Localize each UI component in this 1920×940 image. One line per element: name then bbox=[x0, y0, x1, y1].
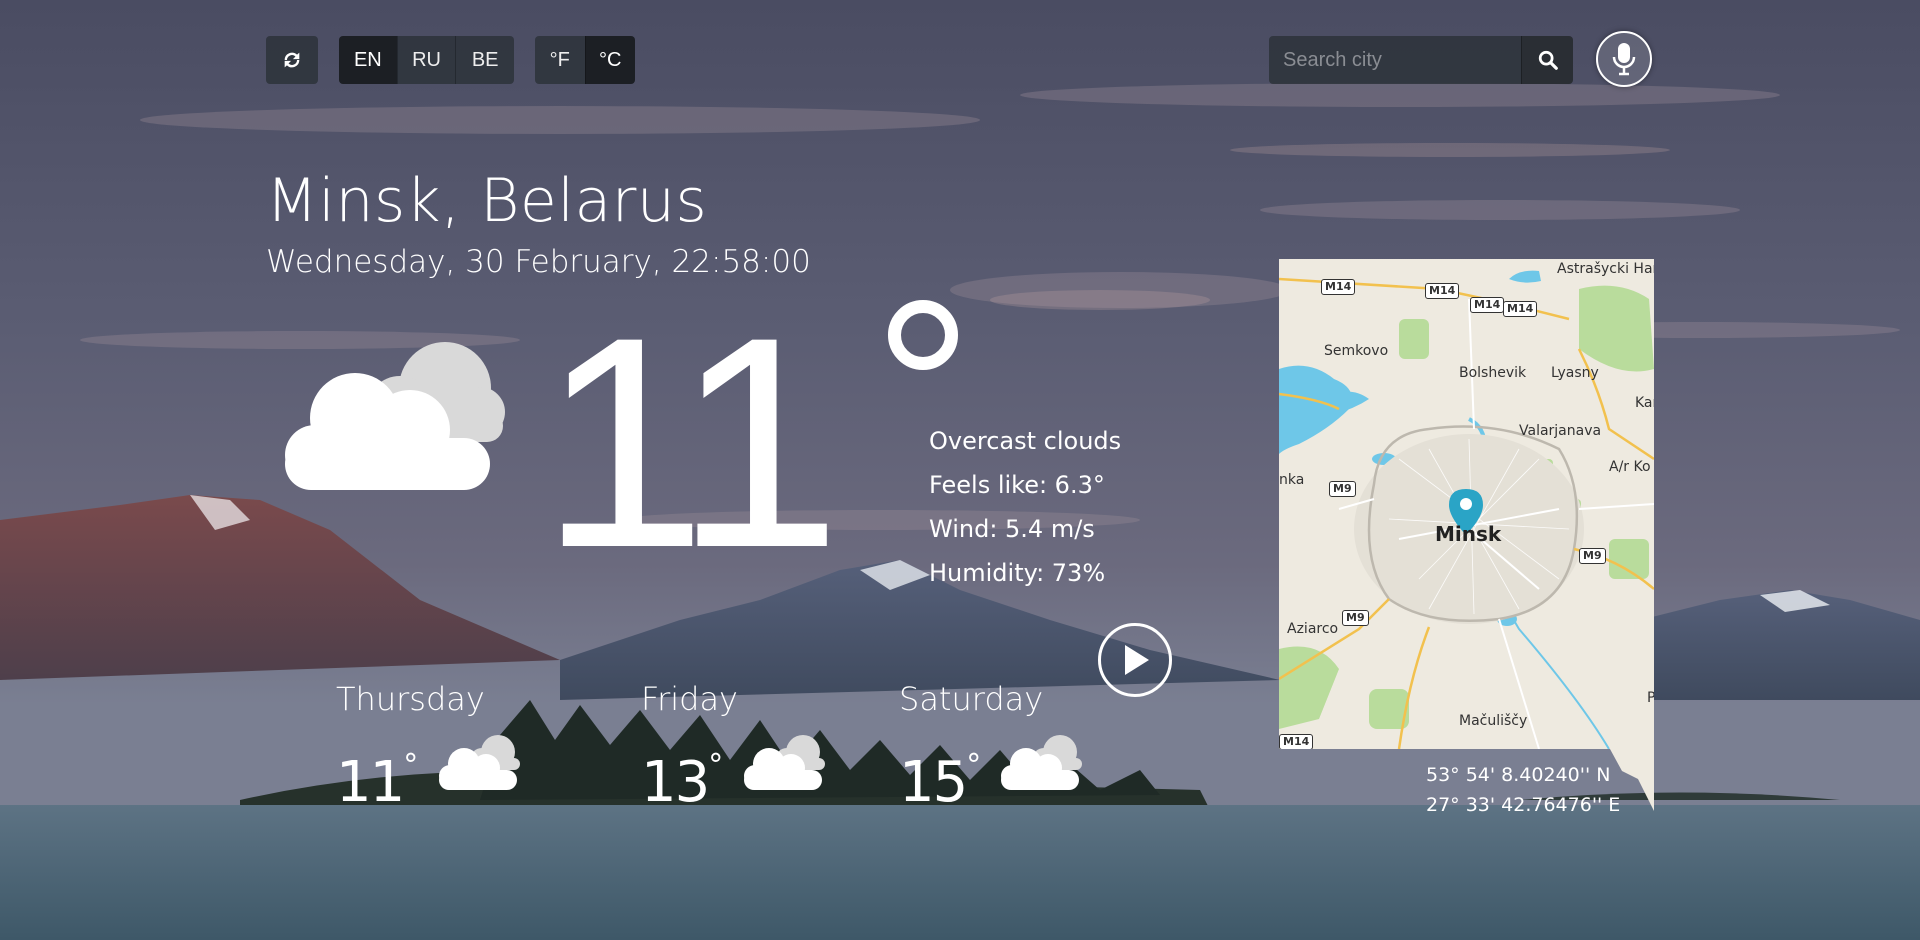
coordinates: 53° 54' 8.40240'' N 27° 33' 42.76476'' E bbox=[1426, 760, 1620, 820]
voice-search-button[interactable] bbox=[1596, 31, 1652, 87]
humidity: Humidity: 73% bbox=[929, 559, 1106, 587]
map-tiles bbox=[1279, 270, 1654, 749]
forecast-temperature: 15° bbox=[899, 748, 981, 815]
lang-en-button[interactable]: EN bbox=[339, 36, 397, 84]
forecast-day-name: Thursday bbox=[336, 680, 485, 718]
wind-speed: Wind: 5.4 m/s bbox=[929, 515, 1095, 543]
road-shield: M14 bbox=[1425, 283, 1460, 299]
forecast-day: Friday 13° bbox=[641, 680, 825, 815]
road-shield: M9 bbox=[1342, 610, 1369, 626]
current-temperature: 11 bbox=[540, 274, 841, 610]
forecast-day-name: Saturday bbox=[899, 680, 1044, 718]
refresh-group bbox=[266, 36, 318, 84]
search-input[interactable] bbox=[1269, 36, 1521, 84]
map-place-label: Bolshevik bbox=[1459, 365, 1527, 381]
cloud-icon bbox=[439, 735, 520, 790]
cloud-icon bbox=[285, 342, 505, 490]
forecast-temperature: 13° bbox=[641, 748, 723, 815]
weather-description: Overcast clouds bbox=[929, 427, 1122, 455]
weather-details: Overcast clouds Feels like: 6.3° Wind: 5… bbox=[929, 424, 1121, 600]
longitude: 27° 33' 42.76476'' E bbox=[1426, 794, 1621, 816]
forecast-temperature: 11° bbox=[336, 748, 418, 815]
degree-symbol-icon bbox=[888, 300, 958, 370]
refresh-icon bbox=[284, 52, 300, 68]
cloud-icon bbox=[1001, 735, 1082, 790]
forecast-day-name: Friday bbox=[641, 680, 738, 718]
map-place-label: P bbox=[1647, 690, 1654, 706]
unit-fahrenheit-button[interactable]: °F bbox=[535, 36, 585, 84]
road-shield: M14 bbox=[1470, 297, 1505, 313]
cloud-icon bbox=[744, 735, 825, 790]
search-icon bbox=[1538, 50, 1558, 70]
play-icon bbox=[1125, 645, 1149, 675]
unit-celsius-button[interactable]: °C bbox=[584, 36, 635, 84]
map-place-label: A/r Ko bbox=[1609, 459, 1651, 475]
map-place-label: Semkovo bbox=[1324, 343, 1389, 359]
road-shield: M14 bbox=[1279, 734, 1314, 749]
unit-switcher: °F °C bbox=[535, 36, 635, 84]
search-button[interactable] bbox=[1521, 36, 1573, 84]
refresh-button[interactable] bbox=[266, 36, 318, 84]
road-shield: M14 bbox=[1503, 301, 1538, 317]
road-shield: M9 bbox=[1329, 481, 1356, 497]
map-place-label: nka bbox=[1279, 472, 1305, 488]
location-map[interactable]: Minsk Astrašycki Haradok Semkovo Bolshev… bbox=[1279, 259, 1654, 749]
language-switcher: EN RU BE bbox=[339, 36, 514, 84]
road-shield: M9 bbox=[1579, 548, 1606, 564]
play-weather-button[interactable] bbox=[1098, 623, 1172, 697]
feels-like: Feels like: 6.3° bbox=[929, 471, 1105, 499]
map-city-label: Minsk bbox=[1435, 522, 1502, 546]
microphone-icon bbox=[1612, 43, 1636, 76]
map-place-label: Aziarco bbox=[1287, 621, 1339, 637]
latitude: 53° 54' 8.40240'' N bbox=[1426, 764, 1611, 786]
map-place-label: Astrašycki Haradok bbox=[1557, 261, 1654, 277]
lang-ru-button[interactable]: RU bbox=[396, 36, 456, 84]
road-shield: M14 bbox=[1321, 279, 1356, 295]
search-bar bbox=[1269, 36, 1573, 84]
forecast-day: Saturday 15° bbox=[899, 680, 1082, 815]
location-title: Minsk, Belarus bbox=[266, 166, 708, 236]
lang-be-button[interactable]: BE bbox=[455, 36, 514, 84]
forecast-day: Thursday 11° bbox=[336, 680, 520, 815]
map-place-label: Lyasny bbox=[1551, 365, 1599, 381]
map-place-label: Mačuliščy bbox=[1459, 713, 1528, 729]
map-place-label: Kar bbox=[1635, 395, 1654, 411]
map-place-label: Valarjanava bbox=[1519, 423, 1602, 439]
